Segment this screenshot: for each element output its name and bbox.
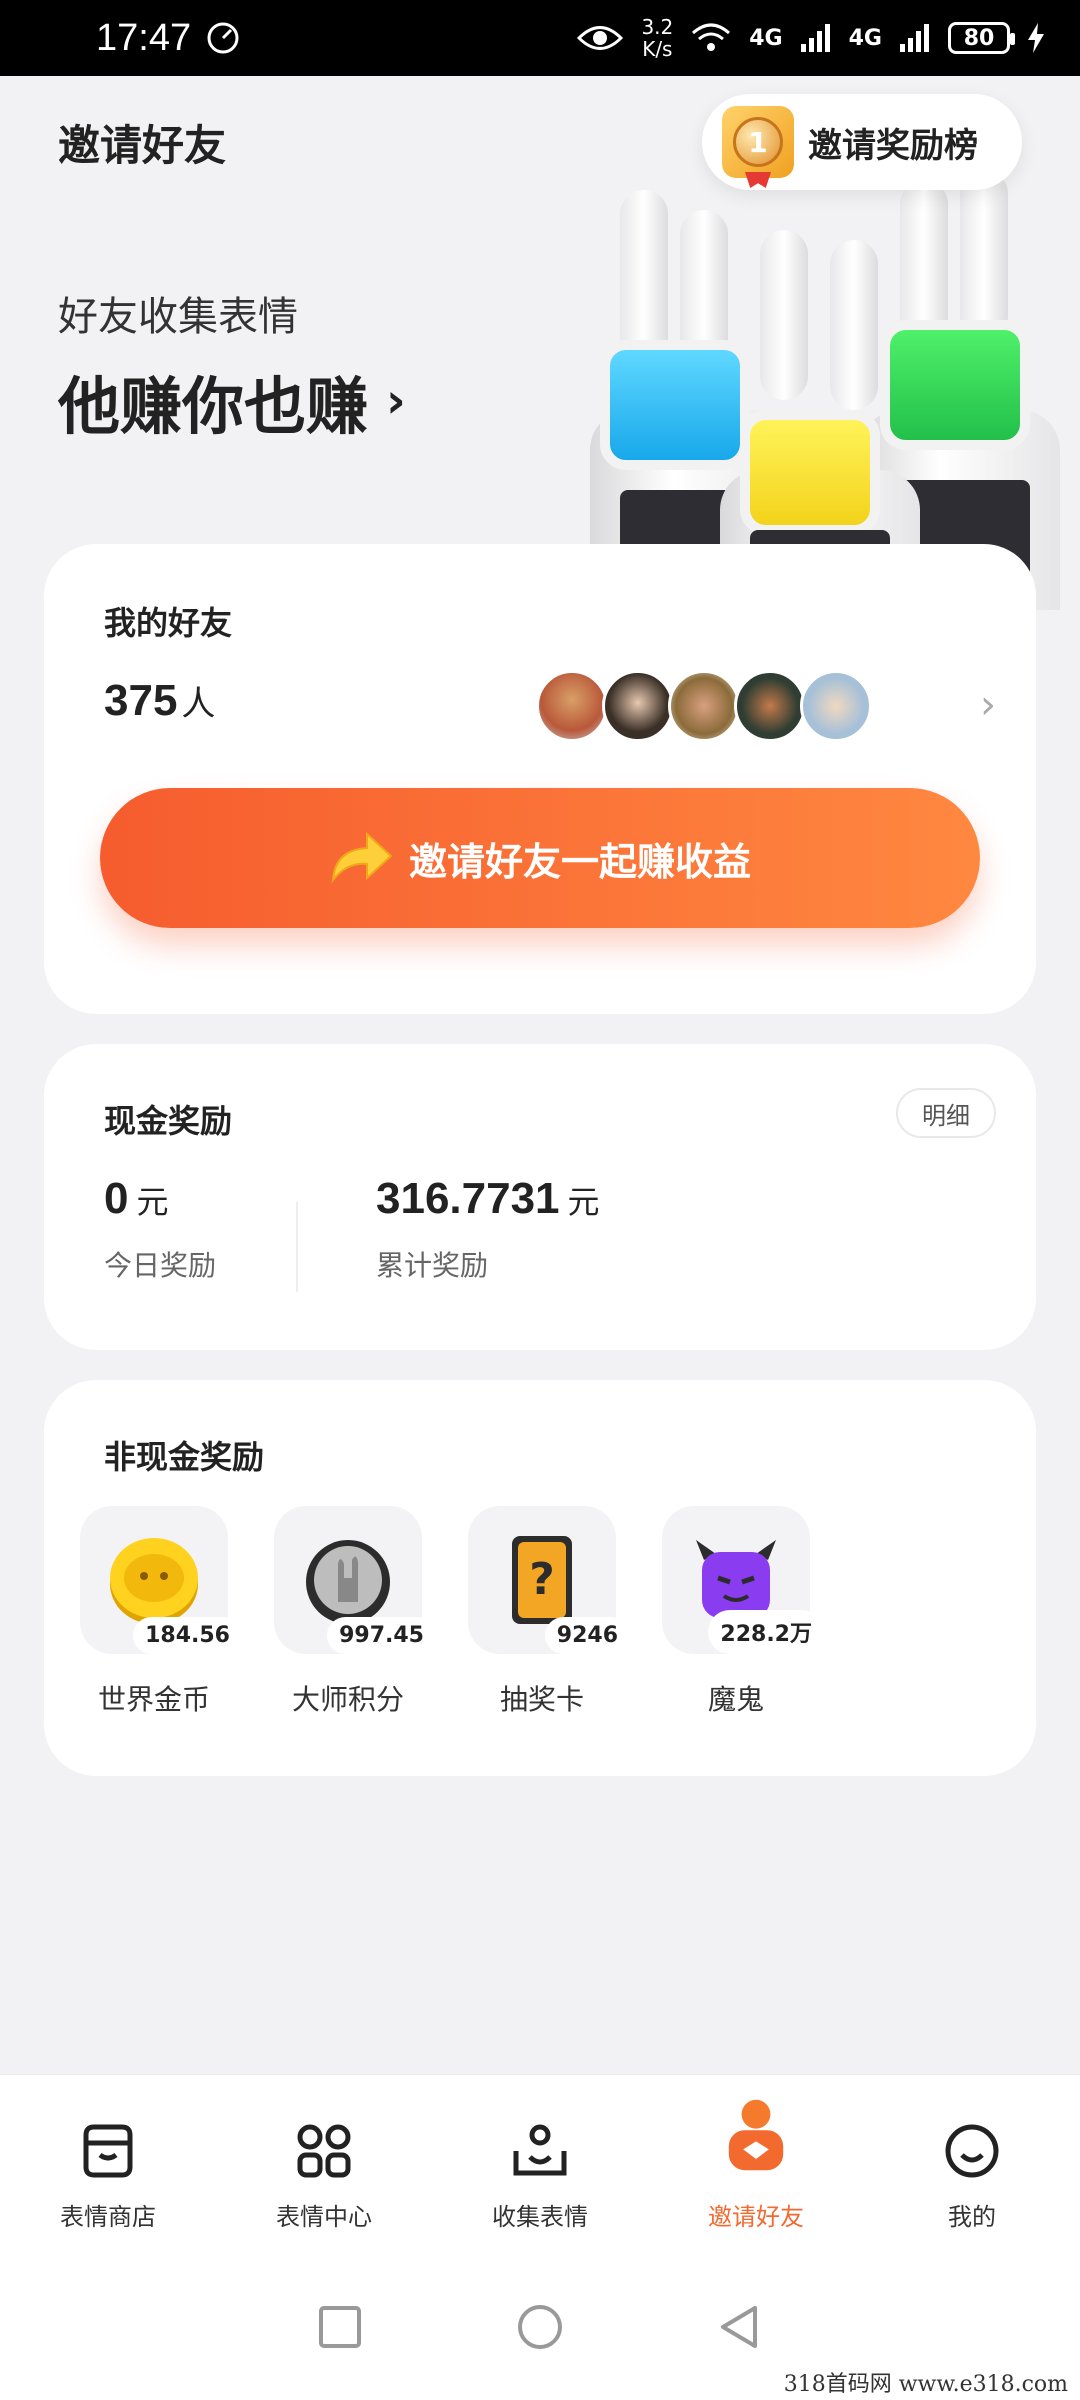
grid-icon [297, 2124, 351, 2178]
invite-icon [728, 2099, 784, 2171]
signal-4g-2: 4G [848, 25, 882, 51]
gold-coin-icon [110, 1538, 198, 1624]
invite-rank-button[interactable]: 1 邀请奖励榜 [702, 94, 1022, 190]
reward-item-world-coin[interactable]: 184.56 世界金币 [80, 1506, 242, 1718]
svg-text:?: ? [529, 1554, 555, 1605]
chevron-right-icon: › [386, 373, 406, 429]
nav-item-profile[interactable]: 我的 [872, 2119, 1072, 2232]
total-reward-label: 累计奖励 [376, 1249, 489, 1282]
avatar [602, 670, 674, 742]
avatar [800, 670, 872, 742]
reward-item-master-points[interactable]: 997.45 大师积分 [274, 1506, 436, 1718]
nav-item-center[interactable]: 表情中心 [224, 2119, 424, 2232]
invite-friends-label: 邀请好友一起赚收益 [408, 839, 751, 884]
avatar [668, 670, 740, 742]
nav-item-collect[interactable]: 收集表情 [440, 2119, 640, 2232]
lottery-card-icon: ? [512, 1536, 572, 1624]
eye-icon [577, 26, 624, 50]
collect-icon [513, 2124, 567, 2176]
rabbit-mascots-illustration [560, 150, 1080, 670]
details-button[interactable]: 明细 [896, 1088, 996, 1138]
invite-friends-button[interactable]: 邀请好友一起赚收益 [100, 788, 980, 928]
nav-item-store[interactable]: 表情商店 [8, 2119, 208, 2232]
avatar [536, 670, 608, 742]
friend-count: 375 人 [104, 676, 216, 725]
avatar [734, 670, 806, 742]
page-title: 邀请好友 [58, 121, 227, 170]
noncash-reward-card: 非现金奖励 184.56 世界金币 997.45 大师积分 ? 9246 抽奖卡… [44, 1380, 1036, 1776]
back-icon[interactable] [715, 2302, 765, 2352]
reward-item-lottery-card[interactable]: ? 9246 抽奖卡 [468, 1506, 630, 1718]
noncash-reward-title: 非现金奖励 [104, 1438, 265, 1476]
today-reward-value: 0 [104, 1174, 129, 1223]
status-time: 17:47 [96, 16, 192, 59]
hero-subtitle: 好友收集表情 [58, 294, 298, 340]
nav-item-invite[interactable]: 邀请好友 [656, 2099, 856, 2232]
net-speed: 3.2 K/s [641, 15, 674, 61]
total-reward: 316.7731 元 累计奖励 [376, 1174, 600, 1282]
profile-icon [945, 2124, 999, 2178]
divider [296, 1202, 298, 1292]
share-arrow-icon [331, 831, 393, 884]
master-points-icon [306, 1540, 390, 1624]
my-friends-card: 我的好友 375 人 › 邀请好友一起赚收益 [44, 544, 1036, 1014]
store-icon [83, 2124, 133, 2178]
recent-apps-icon[interactable] [315, 2302, 365, 2352]
wifi-icon [692, 23, 731, 51]
status-bar: 17:47 3.2 K/s 4G 4G 80 [0, 0, 1080, 76]
hero-headline-link[interactable]: 他赚你也赚 › [58, 356, 406, 446]
my-friends-title: 我的好友 [104, 604, 233, 642]
signal-bars-icon [900, 24, 929, 52]
bottom-nav: 表情商店 表情中心 收集表情 邀请好友 我的 [0, 2074, 1080, 2254]
total-reward-value: 316.7731 [376, 1174, 560, 1223]
home-icon[interactable] [515, 2302, 565, 2352]
speedometer-icon [207, 22, 239, 54]
today-reward: 0 元 今日奖励 [104, 1174, 217, 1282]
hero-headline: 他赚你也赚 [58, 370, 369, 443]
watermark-text: 318首码网 www.e318.com [783, 2372, 1068, 2397]
signal-bars-icon [800, 24, 830, 52]
battery-indicator: 80 [948, 22, 1015, 54]
cash-reward-card: 现金奖励 明细 0 元 今日奖励 316.7731 元 累计奖励 [44, 1044, 1036, 1350]
signal-4g-1: 4G [749, 25, 783, 51]
reward-item-devil[interactable]: 228.2万 魔鬼 [662, 1506, 824, 1718]
gold-medal-icon: 1 [722, 106, 794, 188]
chevron-right-icon[interactable]: › [980, 682, 996, 728]
cash-reward-title: 现金奖励 [104, 1102, 233, 1140]
today-reward-label: 今日奖励 [104, 1249, 217, 1282]
friend-avatars[interactable] [536, 670, 872, 742]
invite-rank-label: 邀请奖励榜 [808, 125, 978, 166]
charging-icon [1028, 23, 1044, 53]
